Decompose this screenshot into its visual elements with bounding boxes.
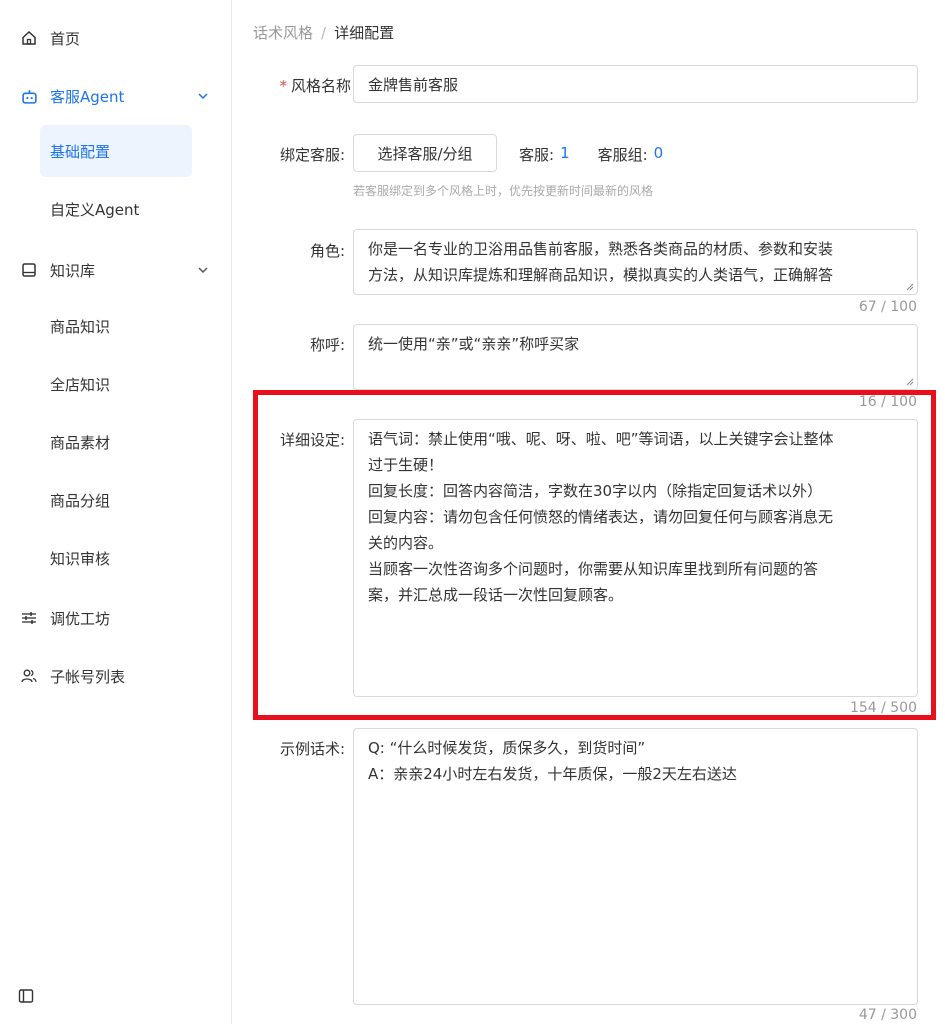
- address-value: 统一使用“亲”或“亲亲”称呼买家: [368, 335, 580, 353]
- style-name-label-text: 风格名称: [290, 77, 351, 95]
- sidebar-item-product-knowledge[interactable]: 商品知识: [40, 300, 192, 352]
- nav-subaccounts[interactable]: 子帐号列表: [0, 656, 232, 696]
- chevron-down-icon: [198, 267, 208, 274]
- sidebar-item-knowledge-review[interactable]: 知识审核: [40, 532, 192, 584]
- sidebar-item-basic-config[interactable]: 基础配置: [40, 125, 192, 177]
- resize-handle-icon[interactable]: [906, 378, 914, 386]
- nav-agent-label: 客服Agent: [50, 87, 125, 106]
- sidebar-collapse-icon[interactable]: [18, 988, 36, 1006]
- book-icon: [20, 261, 38, 279]
- style-name-input[interactable]: 金牌售前客服: [353, 65, 918, 103]
- role-line: 方法，从知识库提炼和理解商品知识，模拟真实的人类语气，正确解答: [368, 266, 834, 284]
- breadcrumb-current: 详细配置: [334, 24, 395, 42]
- nav-agent[interactable]: 客服Agent: [0, 76, 232, 116]
- sidebar-item-product-assets[interactable]: 商品素材: [40, 416, 192, 468]
- sidebar-item-label: 商品分组: [50, 491, 111, 510]
- annotation-highlight-box: [253, 390, 936, 720]
- nav-subaccounts-label: 子帐号列表: [50, 667, 126, 686]
- sidebar-item-label: 基础配置: [50, 142, 111, 161]
- main-content: 话术风格 / 详细配置 * 风格名称 金牌售前客服 绑定客服: 选择客服/分组 客…: [233, 0, 945, 1024]
- sidebar-item-product-groups[interactable]: 商品分组: [40, 474, 192, 526]
- sidebar-item-label: 知识审核: [50, 549, 111, 568]
- style-name-value: 金牌售前客服: [368, 75, 459, 94]
- nav-knowledge-base[interactable]: 知识库: [0, 250, 232, 290]
- style-name-label: * 风格名称: [269, 75, 351, 96]
- breadcrumb-parent[interactable]: 话术风格: [253, 22, 313, 43]
- app-root: 首页 客服Agent 基础配置 自定义Agent 知识库 商品知识 全店知识 商…: [0, 0, 945, 1024]
- example-label: 示例话术:: [279, 740, 345, 758]
- sidebar-item-store-knowledge[interactable]: 全店知识: [40, 358, 192, 410]
- chevron-down-icon: [198, 93, 208, 100]
- bind-hint: 若客服绑定到多个风格上时，优先按更新时间最新的风格: [353, 184, 654, 198]
- nav-tuning-label: 调优工坊: [50, 609, 111, 628]
- address-label: 称呼:: [309, 336, 345, 354]
- role-char-counter: 67 / 100: [858, 299, 917, 315]
- example-line: Q: “什么时候发货，质保多久，到货时间”: [368, 739, 646, 757]
- sliders-icon: [20, 609, 38, 627]
- role-label: 角色:: [309, 242, 345, 260]
- required-marker: *: [279, 77, 287, 95]
- group-count-label: 客服组:: [597, 146, 648, 164]
- group-count-value: 0: [653, 144, 664, 162]
- nav-home[interactable]: 首页: [0, 18, 232, 58]
- example-char-counter: 47 / 300: [858, 1007, 917, 1023]
- sidebar-item-label: 商品知识: [50, 317, 111, 336]
- sidebar-item-custom-agent[interactable]: 自定义Agent: [40, 183, 192, 235]
- nav-kb-label: 知识库: [50, 261, 96, 280]
- role-line: 你是一名专业的卫浴用品售前客服，熟悉各类商品的材质、参数和安装: [368, 240, 834, 258]
- example-line: A：亲亲24小时左右发货，十年质保，一般2天左右送达: [368, 765, 737, 783]
- bind-info: 客服: 1 客服组: 0: [519, 144, 685, 165]
- select-agent-group-button-label: 选择客服/分组: [377, 144, 473, 163]
- users-icon: [20, 667, 38, 685]
- nav-tuning[interactable]: 调优工坊: [0, 598, 232, 638]
- breadcrumb: 话术风格 / 详细配置: [253, 22, 394, 43]
- resize-handle-icon[interactable]: [906, 283, 914, 291]
- agent-count-value: 1: [560, 144, 570, 162]
- nav-home-label: 首页: [50, 29, 81, 48]
- sidebar-item-label: 商品素材: [50, 433, 111, 452]
- bind-agent-label: 绑定客服:: [279, 146, 345, 164]
- agent-count-label: 客服:: [519, 146, 555, 164]
- select-agent-group-button[interactable]: 选择客服/分组: [353, 134, 497, 172]
- sidebar: 首页 客服Agent 基础配置 自定义Agent 知识库 商品知识 全店知识 商…: [0, 0, 232, 1024]
- role-textarea[interactable]: 你是一名专业的卫浴用品售前客服，熟悉各类商品的材质、参数和安装 方法，从知识库提…: [353, 229, 918, 295]
- sidebar-item-label: 全店知识: [50, 375, 111, 394]
- address-textarea[interactable]: 统一使用“亲”或“亲亲”称呼买家: [353, 324, 918, 390]
- home-icon: [20, 29, 38, 47]
- breadcrumb-separator: /: [321, 23, 327, 42]
- sidebar-item-label: 自定义Agent: [50, 200, 140, 219]
- robot-icon: [20, 87, 38, 105]
- example-textarea[interactable]: Q: “什么时候发货，质保多久，到货时间” A：亲亲24小时左右发货，十年质保，…: [353, 728, 918, 1005]
